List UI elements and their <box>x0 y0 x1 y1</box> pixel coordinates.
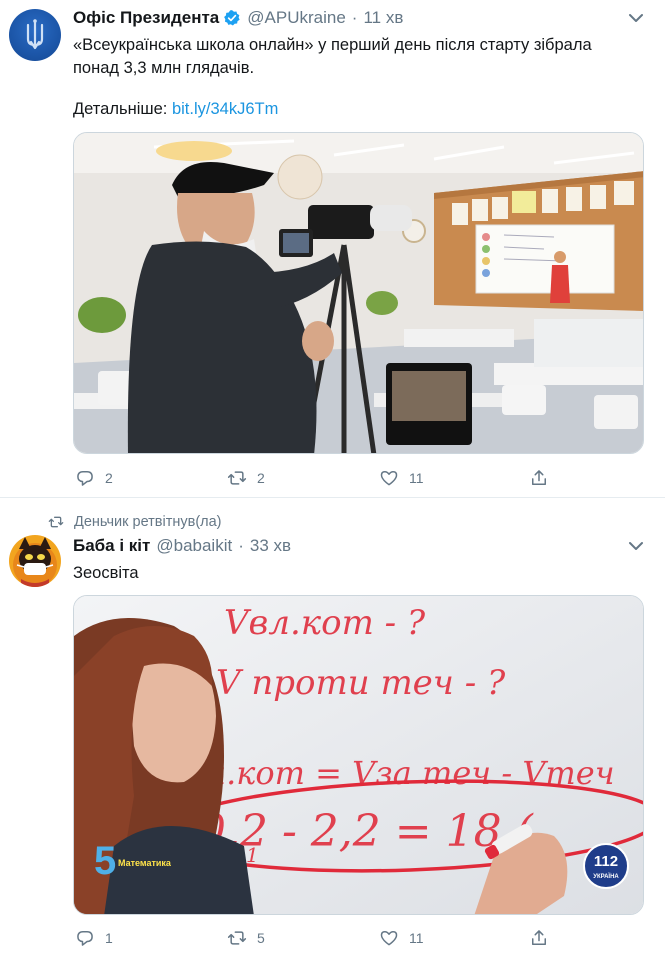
tweet-text-line: «Всеукраїнська школа онлайн» у перший де… <box>73 36 592 54</box>
author-name[interactable]: Офіс Президента <box>73 8 219 28</box>
corner-logo-112: 112 <box>594 853 618 870</box>
retweet-icon <box>48 516 64 528</box>
tweet-more-line: Детальніше: bit.ly/34kJ6Tm <box>73 98 278 121</box>
chevron-down-icon[interactable] <box>628 13 644 23</box>
like-icon <box>380 931 398 946</box>
reply-count: 1 <box>105 930 113 946</box>
reply-button[interactable]: 1 <box>75 926 113 950</box>
classroom-photo <box>74 133 643 453</box>
retweet-count: 2 <box>257 470 265 486</box>
board-line-3: Vвл.кот = Vза теч - Vтеч <box>164 754 615 792</box>
tweet-link[interactable]: bit.ly/34kJ6Tm <box>172 100 278 118</box>
retweet-count: 5 <box>257 930 265 946</box>
avatar-baba-i-kit[interactable] <box>9 535 61 587</box>
board-line-1: Vвл.кот - ? <box>224 603 426 643</box>
reply-button[interactable]: 2 <box>75 466 113 490</box>
like-button[interactable]: 11 <box>379 926 424 950</box>
verified-badge-icon <box>224 10 240 26</box>
tweet-text-line: понад 3,3 млн глядачів. <box>73 59 255 77</box>
cat-avatar-image <box>9 535 61 587</box>
like-count: 11 <box>409 930 424 946</box>
channel-5-logo: 5 <box>94 839 116 883</box>
board-line-2: V проти теч - ? <box>216 663 506 703</box>
reply-count: 2 <box>105 470 113 486</box>
tweet-time[interactable]: 33 хв <box>250 536 291 556</box>
tweet-1[interactable]: Офіс Президента @APUkraine · 11 хв «Всеу… <box>0 0 665 498</box>
dot-separator: · <box>351 8 358 27</box>
tweet-actions: 1 5 11 <box>73 926 573 950</box>
tweet-text: Зеосвіта <box>73 564 139 582</box>
retweet-icon <box>227 471 247 485</box>
share-icon <box>532 470 546 485</box>
trident-icon <box>26 19 44 50</box>
author-handle[interactable]: @babaikit <box>156 536 232 556</box>
share-button[interactable] <box>529 466 549 490</box>
share-icon <box>532 930 546 945</box>
like-icon <box>380 471 398 486</box>
like-count: 11 <box>409 470 424 486</box>
chevron-down-icon[interactable] <box>628 541 644 551</box>
avatar-ofis-prezydenta[interactable] <box>9 9 61 61</box>
like-button[interactable]: 11 <box>379 466 424 490</box>
tweet-header: Офіс Президента @APUkraine · 11 хв <box>73 8 403 28</box>
retweet-button[interactable]: 2 <box>227 466 265 490</box>
tweet-text: «Всеукраїнська школа онлайн» у перший де… <box>73 34 592 80</box>
tweet-actions: 2 2 11 <box>73 466 573 490</box>
tweet-photo[interactable] <box>73 132 644 454</box>
whiteboard-video-frame: Vвл.кот - ? V проти теч - ? Vвл.кот = Vз… <box>74 596 643 914</box>
retweeted-by-line[interactable]: Деньчик ретвітнув(ла) <box>48 514 222 530</box>
corner-logo-sub: УКРАЇНА <box>593 873 619 880</box>
tweet-video[interactable]: Vвл.кот - ? V проти теч - ? Vвл.кот = Vз… <box>73 595 644 915</box>
dot-separator: · <box>238 536 244 555</box>
subject-label: Математика <box>118 858 172 868</box>
tweet-header: Баба і кіт @babaikit · 33 хв <box>73 536 291 556</box>
tweet-time[interactable]: 11 хв <box>363 8 403 28</box>
more-label: Детальніше: <box>73 100 168 118</box>
reply-icon <box>77 471 93 486</box>
retweet-icon <box>227 931 247 945</box>
share-button[interactable] <box>529 926 549 950</box>
author-name[interactable]: Баба і кіт <box>73 536 150 556</box>
author-handle[interactable]: @APUkraine <box>247 8 346 28</box>
reply-icon <box>77 931 93 946</box>
retweet-button[interactable]: 5 <box>227 926 265 950</box>
retweeted-by-text: Деньчик ретвітнув(ла) <box>74 514 222 530</box>
